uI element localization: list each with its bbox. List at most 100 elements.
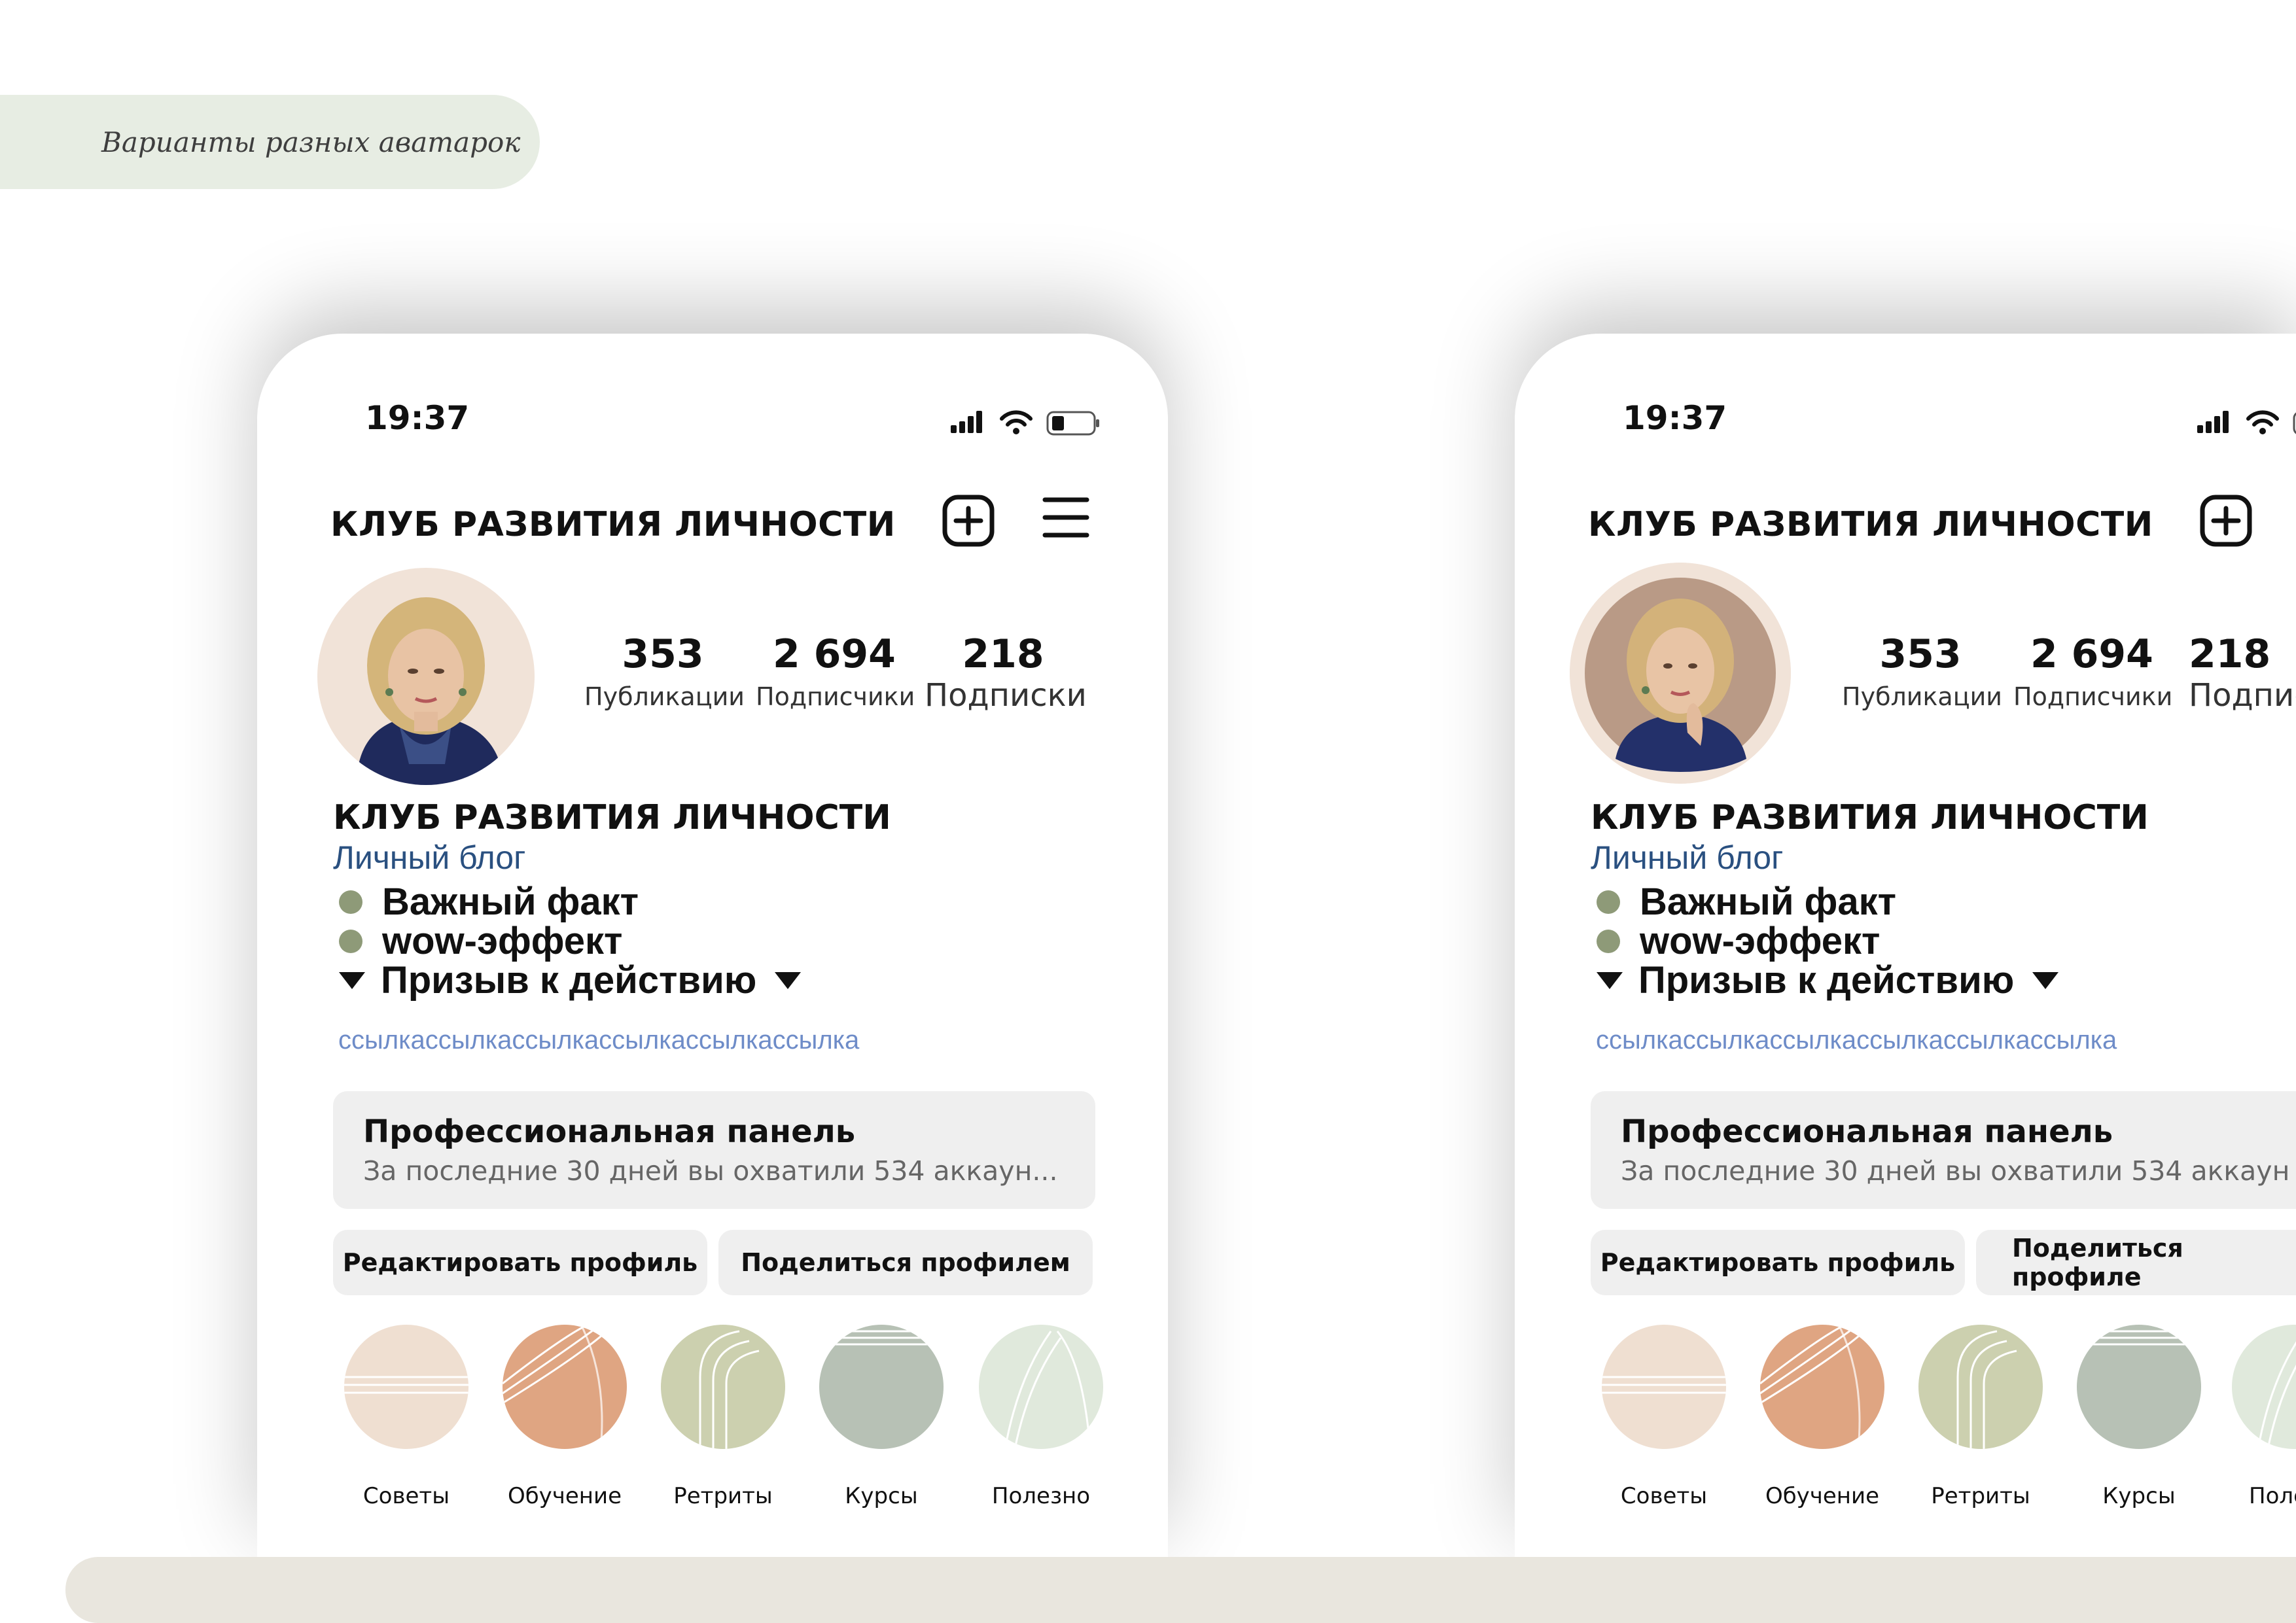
status-icons	[951, 406, 1101, 442]
stat-followers-label: Подписчики	[2013, 682, 2173, 711]
highlight-2[interactable]: Обучение	[499, 1325, 630, 1509]
highlight-label: Курсы	[845, 1483, 918, 1509]
bullet-dot-icon	[1597, 890, 1620, 914]
highlight-1[interactable]: Советы	[1598, 1325, 1729, 1509]
phone-mockup-2: 19:37 КЛУБ РАЗВИТИЯ ЛИЧНОСТИ 353 Публика…	[1515, 334, 2296, 1557]
menu-icon[interactable]	[1042, 496, 1089, 542]
stat-posts-label: Публикации	[1842, 682, 2002, 711]
stat-following-value: 218	[962, 631, 1044, 677]
stat-followers-label: Подписчики	[756, 682, 915, 711]
stat-posts-value: 353	[1879, 631, 1962, 677]
avatar-photo	[317, 568, 535, 785]
bio-link[interactable]: ссылкассылкассылкассылкассылкассылка	[338, 1026, 859, 1055]
avatar-photo	[1570, 563, 1791, 784]
bio-line-2: wow-эффект	[1597, 919, 1880, 963]
highlight-label: Курсы	[2102, 1483, 2176, 1509]
bio-link[interactable]: ссылкассылкассылкассылкассылкассылка	[1596, 1026, 2117, 1055]
highlight-4[interactable]: Курсы	[816, 1325, 947, 1509]
status-time: 19:37	[365, 399, 470, 437]
highlight-cover	[2232, 1325, 2296, 1449]
pro-panel-title: Профессиональная панель	[1621, 1113, 2113, 1150]
highlight-cover	[503, 1325, 627, 1449]
stat-posts-label: Публикации	[584, 682, 745, 711]
stat-followers-value: 2 694	[2030, 631, 2153, 677]
professional-panel[interactable]: Профессиональная панель За последние 30 …	[333, 1091, 1095, 1209]
bio-line-1-text: Важный факт	[382, 881, 639, 923]
bio-line-2-text: wow-эффект	[382, 920, 623, 962]
bullet-dot-icon	[339, 890, 362, 914]
highlight-label: Советы	[1620, 1483, 1708, 1509]
stat-following[interactable]: 218 Подпис	[2189, 631, 2296, 714]
pro-panel-subtitle: За последние 30 дней вы охватили 534 акк…	[363, 1155, 1058, 1187]
bottom-bar	[65, 1557, 2296, 1623]
pro-panel-subtitle: За последние 30 дней вы охватили 534 акк…	[1621, 1155, 2290, 1187]
professional-panel[interactable]: Профессиональная панель За последние 30 …	[1591, 1091, 2296, 1209]
triangle-down-icon	[775, 971, 802, 989]
highlight-4[interactable]: Курсы	[2074, 1325, 2204, 1509]
highlight-label: Обучение	[1765, 1483, 1880, 1509]
caption-pill: Варианты разных аватарок	[0, 95, 540, 189]
signal-wifi-battery-icon	[2197, 410, 2296, 434]
bio-line-3-text: Призыв к действию	[381, 959, 757, 1002]
share-profile-button[interactable]: Поделиться профиле	[1976, 1230, 2296, 1295]
pro-panel-title: Профессиональная панель	[363, 1113, 856, 1150]
highlight-5[interactable]: Полезно	[976, 1325, 1106, 1509]
stat-following-label: Подпис	[2189, 677, 2296, 714]
stat-followers-value: 2 694	[773, 631, 896, 677]
stat-posts[interactable]: 353 Публикации	[1842, 631, 2002, 711]
caption-text: Варианты разных аватарок	[101, 126, 521, 158]
stat-posts-value: 353	[622, 631, 704, 677]
bio-line-3-text: Призыв к действию	[1638, 959, 2015, 1002]
highlight-label: Ретриты	[1931, 1483, 2030, 1509]
stat-followers[interactable]: 2 694 Подписчики	[756, 631, 915, 711]
stat-followers[interactable]: 2 694 Подписчики	[2013, 631, 2173, 711]
bio-line-3: Призыв к действию	[1597, 958, 2059, 1002]
stat-following-label: Подписки	[925, 677, 1087, 714]
highlight-label: Обучение	[507, 1483, 622, 1509]
edit-profile-button[interactable]: Редактировать профиль	[1591, 1230, 1965, 1295]
add-post-icon[interactable]	[942, 494, 995, 551]
bio-line-2-text: wow-эффект	[1640, 920, 1881, 962]
highlight-cover	[1760, 1325, 1884, 1449]
highlight-2[interactable]: Обучение	[1757, 1325, 1888, 1509]
highlight-label: Советы	[362, 1483, 450, 1509]
highlight-cover	[661, 1325, 785, 1449]
highlight-label: Ретриты	[673, 1483, 773, 1509]
status-time: 19:37	[1623, 399, 1727, 437]
bio-line-1: Важный факт	[339, 880, 639, 924]
bio-line-3: Призыв к действию	[339, 958, 802, 1002]
bio-line-2: wow-эффект	[339, 919, 622, 963]
add-post-icon[interactable]	[2199, 494, 2253, 551]
bio-line-1-text: Важный факт	[1640, 881, 1897, 923]
highlight-cover	[1918, 1325, 2043, 1449]
highlight-3[interactable]: Ретриты	[658, 1325, 788, 1509]
bio-name: КЛУБ РАЗВИТИЯ ЛИЧНОСТИ	[333, 798, 891, 837]
triangle-down-icon	[339, 971, 365, 989]
bullet-dot-icon	[1597, 929, 1620, 953]
stat-posts[interactable]: 353 Публикации	[584, 631, 745, 711]
highlight-label: Полезно	[991, 1483, 1091, 1509]
stat-following[interactable]: 218 Подписки	[925, 631, 1087, 714]
stat-following-value: 218	[2189, 631, 2271, 677]
highlight-label: Поле	[2249, 1483, 2296, 1509]
phone-mockup-1: 19:37 КЛУБ РАЗВИТИЯ ЛИЧНОСТИ 353 Публика…	[257, 334, 1168, 1557]
triangle-down-icon	[1597, 971, 1623, 989]
highlight-1[interactable]: Советы	[341, 1325, 472, 1509]
avatar[interactable]	[1570, 563, 1791, 784]
signal-wifi-battery-icon	[951, 410, 1099, 436]
highlight-cover	[819, 1325, 944, 1449]
highlight-cover	[1602, 1325, 1726, 1449]
highlight-cover	[2077, 1325, 2201, 1449]
highlight-3[interactable]: Ретриты	[1915, 1325, 2046, 1509]
highlight-cover	[344, 1325, 468, 1449]
status-icons	[2197, 406, 2296, 442]
triangle-down-icon	[2032, 971, 2059, 989]
avatar[interactable]	[317, 568, 535, 785]
header-title: КЛУБ РАЗВИТИЯ ЛИЧНОСТИ	[1588, 505, 2153, 544]
highlight-5[interactable]: Поле	[2232, 1325, 2296, 1509]
edit-profile-button[interactable]: Редактировать профиль	[333, 1230, 707, 1295]
bio-name: КЛУБ РАЗВИТИЯ ЛИЧНОСТИ	[1591, 798, 2149, 837]
share-profile-button[interactable]: Поделиться профилем	[718, 1230, 1093, 1295]
highlight-cover	[979, 1325, 1103, 1449]
bullet-dot-icon	[339, 929, 362, 953]
